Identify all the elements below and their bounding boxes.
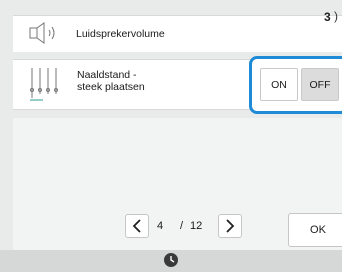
next-page-button[interactable] — [218, 214, 242, 238]
total-pages: 12 — [190, 220, 203, 232]
volume-more-indicator[interactable]: ) — [334, 9, 338, 23]
needle-position-icon — [30, 68, 58, 101]
off-button[interactable]: OFF — [301, 68, 339, 101]
needle-position-label: Naaldstand - steek plaatsen — [77, 69, 145, 93]
clock-icon[interactable] — [163, 252, 179, 268]
speaker-volume-label: Luidsprekervolume — [76, 28, 165, 40]
speaker-volume-value[interactable]: 3 — [324, 10, 331, 24]
on-button[interactable]: ON — [260, 68, 298, 101]
previous-page-button[interactable] — [125, 214, 149, 238]
chevron-right-icon — [226, 219, 235, 233]
needle-position-toggle: ON OFF — [249, 56, 342, 114]
page-separator: / — [180, 220, 184, 232]
current-page: 4 — [157, 220, 164, 232]
chevron-left-icon — [132, 219, 141, 233]
ok-button[interactable]: OK — [288, 213, 342, 247]
speaker-icon — [29, 22, 55, 44]
setting-row-speaker-volume: Luidsprekervolume — [13, 15, 342, 52]
